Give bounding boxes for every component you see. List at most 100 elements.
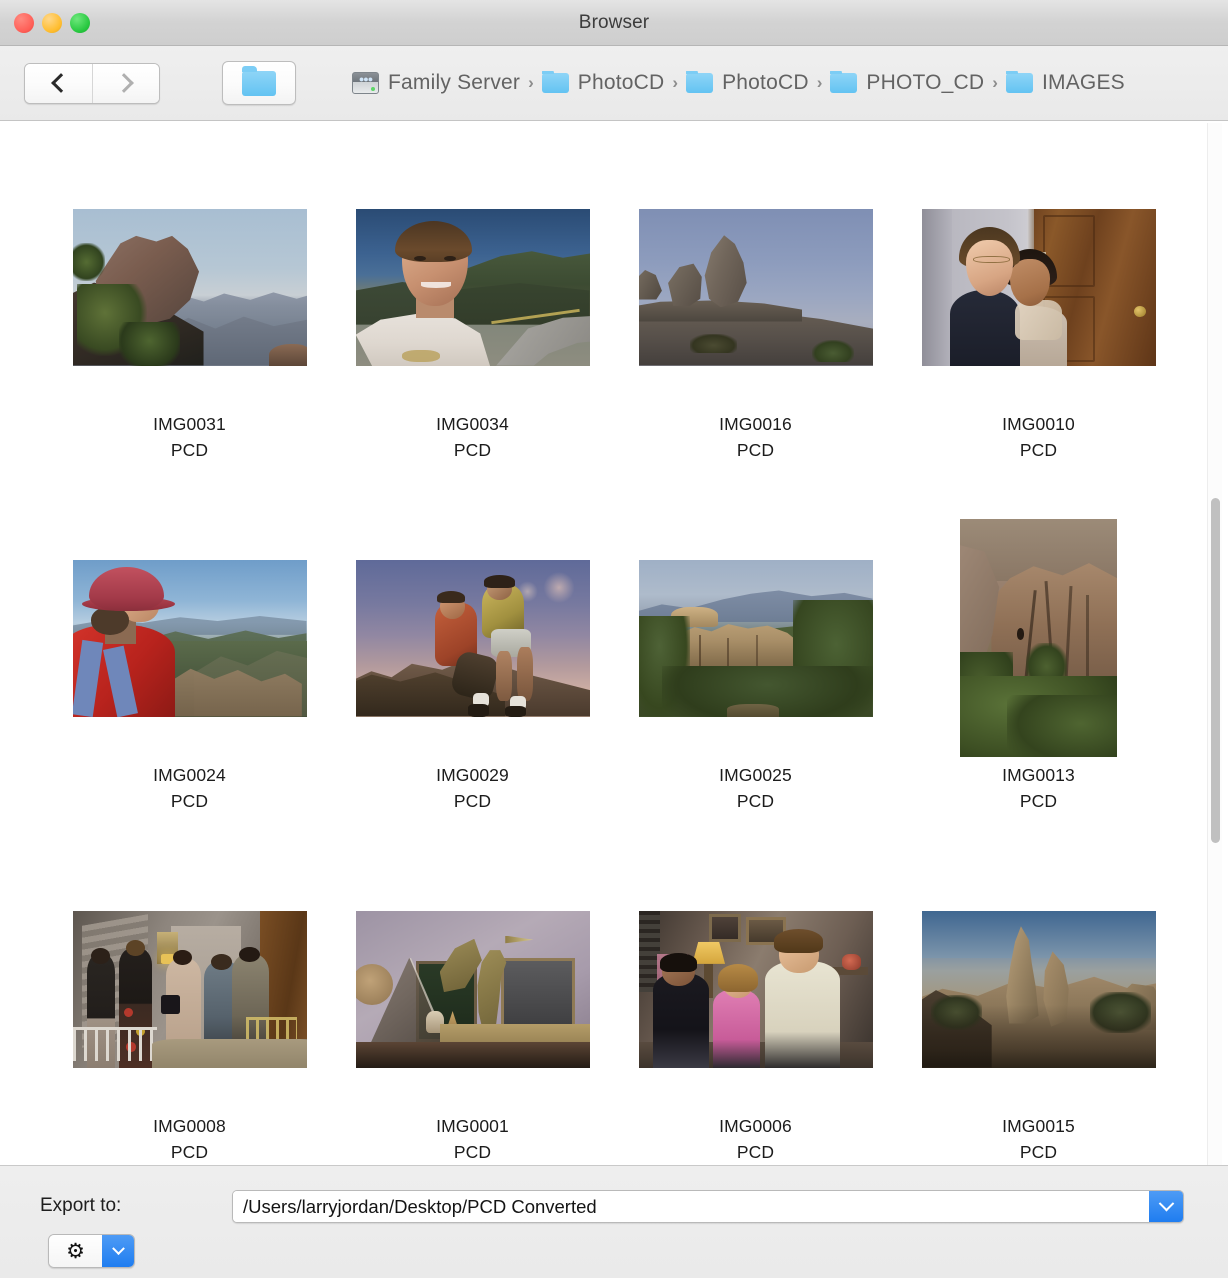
thumbnail-item[interactable]: IMG0025 PCD — [614, 514, 897, 865]
thumbnail-image[interactable] — [638, 559, 873, 717]
thumbnail-image-wrap — [614, 514, 897, 762]
export-path-dropdown-button[interactable] — [1149, 1191, 1183, 1222]
thumbnail-item[interactable]: IMG0029 PCD — [331, 514, 614, 865]
thumbnail-image[interactable] — [72, 559, 307, 717]
breadcrumb-item-photocd-2[interactable]: PhotoCD — [686, 71, 809, 95]
thumbnail-image[interactable] — [638, 208, 873, 366]
thumbnail-extension: PCD — [453, 791, 492, 811]
thumbnail-name: IMG0024 — [153, 765, 226, 785]
thumbnail-extension: PCD — [1019, 791, 1058, 811]
thumbnail-name: IMG0029 — [436, 765, 509, 785]
thumbnail-caption: IMG0025 PCD — [719, 762, 792, 814]
thumbnail-name: IMG0025 — [719, 765, 792, 785]
thumbnail-extension: PCD — [170, 1142, 209, 1162]
settings-dropdown-button[interactable] — [102, 1235, 134, 1267]
gear-icon: ⚙ — [66, 1239, 85, 1263]
thumbnail-image-wrap — [331, 865, 614, 1113]
thumbnail-image[interactable] — [960, 519, 1117, 757]
vertical-scrollbar[interactable] — [1207, 123, 1222, 1165]
thumbnail-name: IMG0001 — [436, 1116, 509, 1136]
thumbnail-name: IMG0034 — [436, 414, 509, 434]
thumbnail-image[interactable] — [355, 910, 590, 1068]
thumbnail-caption: IMG0029 PCD — [436, 762, 509, 814]
thumbnail-item[interactable]: IMG0015 PCD — [897, 865, 1180, 1165]
thumbnail-item[interactable]: IMG0034 PCD — [331, 163, 614, 514]
breadcrumb-item-photo-cd[interactable]: PHOTO_CD — [830, 71, 984, 95]
thumbnail-image[interactable] — [355, 559, 590, 717]
thumbnail-extension: PCD — [170, 440, 209, 460]
thumbnail-item[interactable]: IMG0008 PCD — [48, 865, 331, 1165]
thumbnail-name: IMG0013 — [1002, 765, 1075, 785]
thumbnail-item[interactable]: IMG0031 PCD — [48, 163, 331, 514]
thumbnail-extension: PCD — [1019, 440, 1058, 460]
chevron-down-icon — [111, 1241, 125, 1255]
thumbnail-item[interactable]: IMG0024 PCD — [48, 514, 331, 865]
breadcrumb-item-photocd-1[interactable]: PhotoCD — [541, 71, 665, 95]
thumbnail-extension: PCD — [736, 1142, 775, 1162]
thumbnail-extension: PCD — [453, 440, 492, 460]
export-path-input[interactable] — [233, 1191, 1149, 1222]
settings-gear-button[interactable]: ⚙ — [49, 1235, 102, 1267]
breadcrumb-item-family-server[interactable]: ●●● Family Server — [352, 71, 520, 95]
thumbnail-image[interactable] — [72, 208, 307, 366]
thumbnail-image[interactable] — [355, 208, 590, 366]
thumbnail-image[interactable] — [921, 208, 1156, 366]
settings-menu-group[interactable]: ⚙ — [48, 1234, 135, 1268]
server-icon: ●●● — [352, 72, 379, 94]
folder-icon — [541, 71, 569, 93]
thumbnail-image-wrap — [614, 163, 897, 411]
breadcrumb-separator-icon: › — [992, 73, 998, 92]
thumbnail-grid: IMG0031 PCD IMG0034 PCD IMG0016 PCD IMG0… — [0, 121, 1228, 1165]
chevron-right-icon — [114, 73, 134, 93]
thumbnail-caption: IMG0031 PCD — [153, 411, 226, 463]
breadcrumb-separator-icon: › — [816, 73, 823, 92]
thumbnail-extension: PCD — [453, 1142, 492, 1162]
thumbnail-image[interactable] — [638, 910, 873, 1068]
thumbnail-extension: PCD — [736, 791, 775, 811]
thumbnail-caption: IMG0024 PCD — [153, 762, 226, 814]
thumbnail-item[interactable]: IMG0016 PCD — [614, 163, 897, 514]
thumbnail-caption: IMG0013 PCD — [1002, 762, 1075, 814]
thumbnail-caption: IMG0015 PCD — [1002, 1113, 1075, 1165]
thumbnail-caption: IMG0008 PCD — [153, 1113, 226, 1165]
thumbnail-image[interactable] — [921, 910, 1156, 1068]
thumbnail-caption: IMG0006 PCD — [719, 1113, 792, 1165]
thumbnail-image-wrap — [48, 163, 331, 411]
maximize-window-button[interactable] — [70, 13, 90, 33]
thumbnail-caption: IMG0001 PCD — [436, 1113, 509, 1165]
breadcrumb-item-images[interactable]: IMAGES — [1005, 71, 1125, 95]
folder-view-button[interactable] — [222, 61, 296, 105]
thumbnail-image-wrap — [331, 514, 614, 762]
breadcrumb: ●●● Family Server › PhotoCD › PhotoCD › … — [352, 71, 1125, 95]
close-window-button[interactable] — [14, 13, 34, 33]
breadcrumb-separator-icon: › — [672, 73, 679, 92]
breadcrumb-label: IMAGES — [1041, 71, 1125, 94]
thumbnail-name: IMG0008 — [153, 1116, 226, 1136]
back-button[interactable] — [25, 63, 92, 103]
window-controls — [14, 0, 90, 46]
export-path-combobox[interactable] — [232, 1190, 1184, 1223]
thumbnail-caption: IMG0010 PCD — [1002, 411, 1075, 463]
file-browser-content: IMG0031 PCD IMG0034 PCD IMG0016 PCD IMG0… — [0, 121, 1228, 1165]
thumbnail-name: IMG0015 — [1002, 1116, 1075, 1136]
thumbnail-item[interactable]: IMG0010 PCD — [897, 163, 1180, 514]
forward-button[interactable] — [92, 63, 159, 103]
folder-icon — [1005, 71, 1033, 93]
thumbnail-image-wrap — [897, 514, 1180, 762]
thumbnail-caption: IMG0034 PCD — [436, 411, 509, 463]
breadcrumb-label: Family Server — [388, 71, 521, 94]
breadcrumb-separator-icon: › — [528, 73, 534, 92]
thumbnail-extension: PCD — [1019, 1142, 1058, 1162]
scrollbar-thumb[interactable] — [1211, 498, 1220, 843]
thumbnail-image-wrap — [897, 163, 1180, 411]
export-to-label: Export to: — [40, 1195, 122, 1216]
thumbnail-item[interactable]: IMG0013 PCD — [897, 514, 1180, 865]
title-bar: Browser — [0, 0, 1228, 46]
thumbnail-item[interactable]: IMG0001 PCD — [331, 865, 614, 1165]
thumbnail-image[interactable] — [72, 910, 307, 1068]
minimize-window-button[interactable] — [42, 13, 62, 33]
thumbnail-image-wrap — [331, 163, 614, 411]
thumbnail-extension: PCD — [736, 440, 775, 460]
folder-icon — [830, 71, 858, 93]
thumbnail-item[interactable]: IMG0006 PCD — [614, 865, 897, 1165]
